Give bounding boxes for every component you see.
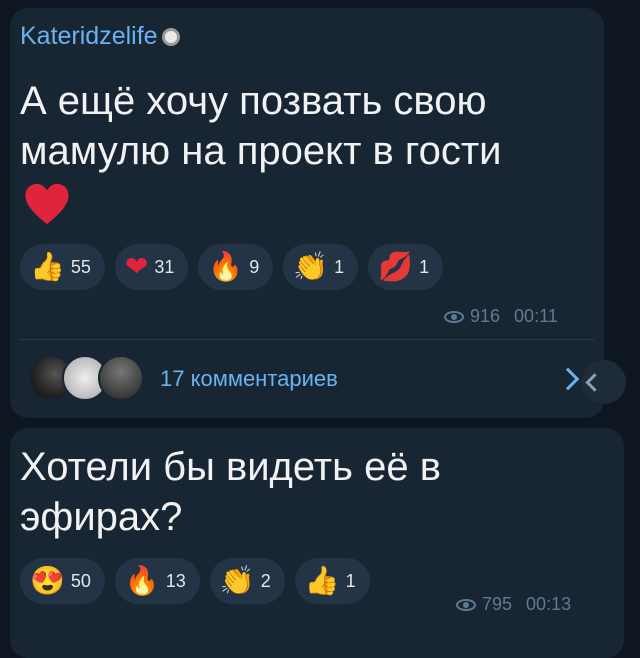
eye-icon	[456, 598, 476, 611]
reaction-clap[interactable]: 👏 2	[209, 558, 285, 604]
heart-icon: ❤	[124, 251, 149, 282]
chevron-right-icon	[556, 367, 580, 391]
status-dot-icon	[161, 27, 180, 46]
reaction-clap[interactable]: 👏 1	[283, 244, 359, 290]
reaction-heart-eyes[interactable]: 😍 50	[20, 558, 105, 604]
fire-icon: 🔥	[124, 565, 160, 596]
reaction-fire[interactable]: 🔥 13	[114, 558, 200, 604]
author-name[interactable]: Kateridzelife	[20, 22, 158, 51]
reaction-heart[interactable]: ❤ 31	[114, 244, 189, 290]
thumbs-up-icon: 👍	[304, 565, 340, 596]
avatar	[98, 355, 144, 401]
reaction-count: 50	[70, 570, 91, 591]
reaction-fire[interactable]: 🔥 9	[198, 244, 274, 290]
commenter-avatars	[20, 355, 144, 403]
divider	[20, 339, 594, 340]
message-meta: 795 00:13	[456, 594, 571, 615]
reaction-count: 2	[260, 570, 271, 591]
comments-button[interactable]: 17 комментариев	[20, 350, 594, 408]
message-meta: 916 00:11	[444, 306, 558, 327]
fire-icon: 🔥	[208, 251, 244, 282]
reactions-bar: 😍 50 🔥 13 👏 2 👍 1	[20, 558, 370, 604]
view-count: 795	[482, 594, 513, 614]
message-text: Хотели бы видеть её в эфирах?	[20, 445, 441, 539]
clapping-hands-icon: 👏	[293, 251, 329, 282]
reaction-count: 13	[165, 570, 186, 591]
reactions-bar: 👍 55 ❤ 31 🔥 9 👏 1 💋 1	[20, 244, 444, 290]
message-text: А ещё хочу позвать свою мамулю на проект…	[20, 79, 502, 173]
comments-label: 17 комментариев	[160, 366, 338, 391]
view-count: 916	[470, 306, 501, 326]
reaction-count: 55	[70, 256, 91, 277]
thumbs-up-icon: 👍	[30, 251, 65, 282]
reaction-count: 1	[419, 256, 430, 277]
channel-author[interactable]: Kateridzelife	[20, 22, 180, 51]
eye-icon	[444, 310, 464, 323]
clapping-hands-icon: 👏	[219, 565, 255, 596]
reaction-count: 9	[249, 256, 260, 277]
reaction-count: 31	[154, 256, 175, 277]
heart-eyes-icon: 😍	[30, 565, 65, 596]
reaction-thumbs-up[interactable]: 👍 1	[294, 558, 370, 604]
message-time: 00:13	[526, 594, 572, 614]
reaction-kiss[interactable]: 💋 1	[368, 244, 444, 290]
kiss-mark-icon: 💋	[378, 251, 414, 282]
reaction-count: 1	[345, 570, 356, 591]
message-time: 00:11	[514, 306, 558, 326]
heart-emoji-icon	[25, 183, 69, 225]
reaction-thumbs-up[interactable]: 👍 55	[20, 244, 105, 290]
reaction-count: 1	[334, 256, 345, 277]
